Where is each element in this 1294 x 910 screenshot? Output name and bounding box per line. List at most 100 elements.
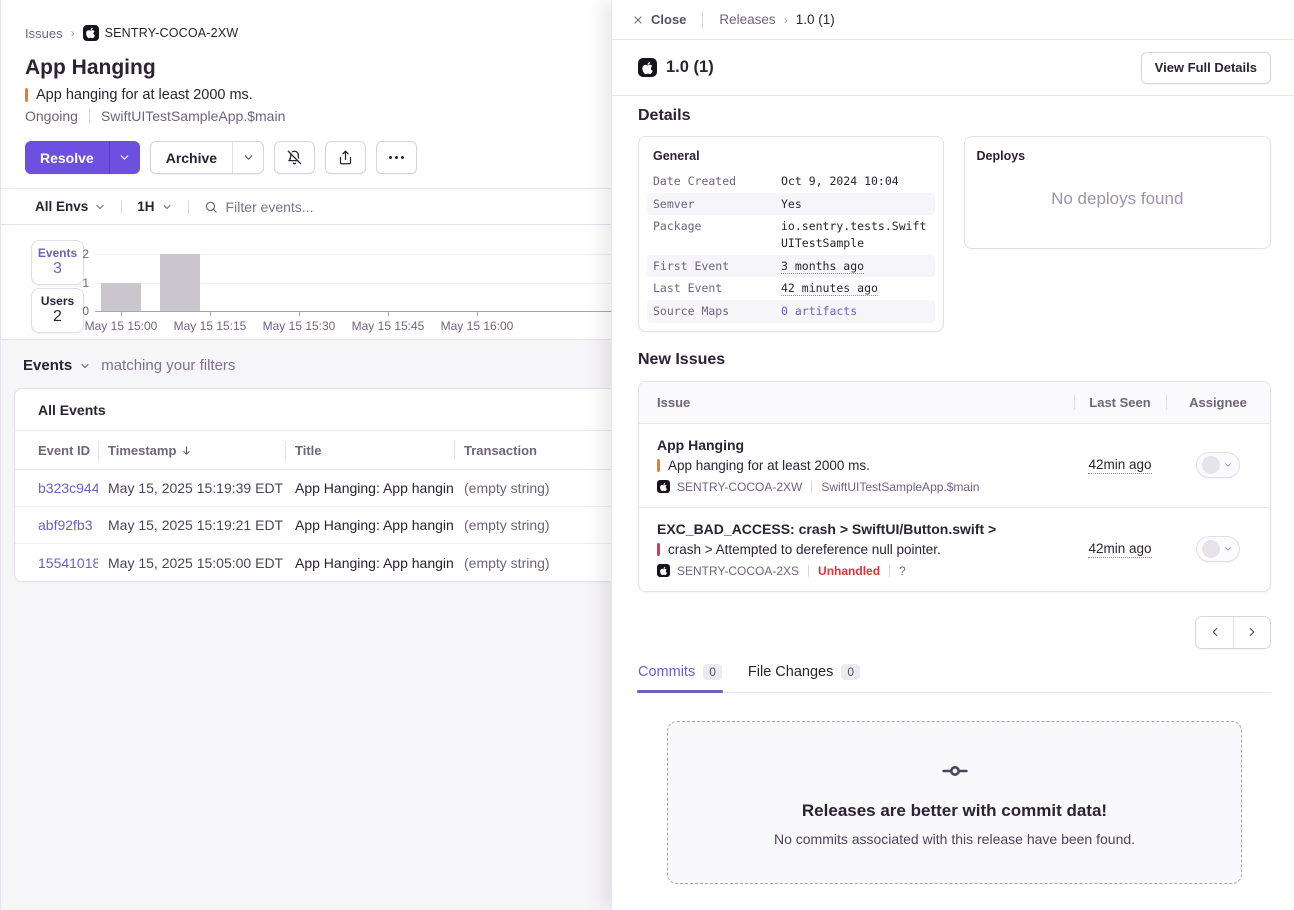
more-actions-button[interactable] <box>376 141 417 174</box>
column-timestamp[interactable]: Timestamp <box>98 443 285 458</box>
general-row-label: Source Maps <box>653 303 781 320</box>
event-timestamp: May 15, 2025 15:19:21 EDT <box>98 517 285 533</box>
assignee-dropdown[interactable] <box>1196 452 1240 478</box>
event-id-link[interactable]: b323c944 <box>15 480 98 496</box>
unhandled-tag: Unhandled <box>818 564 880 578</box>
tab-commits[interactable]: Commits 0 <box>638 664 722 692</box>
mute-button[interactable] <box>274 141 315 174</box>
commits-empty-subtitle: No commits associated with this release … <box>774 831 1135 847</box>
filter-events-input[interactable] <box>226 199 611 215</box>
archive-split-button: Archive <box>150 141 264 174</box>
issue-last-seen: 42min ago <box>1088 541 1151 558</box>
new-issues-card: Issue Last Seen Assignee App Hanging App… <box>638 381 1271 592</box>
apple-platform-icon <box>638 58 657 77</box>
event-table-row: 15541018 May 15, 2025 15:05:00 EDT App H… <box>15 544 611 581</box>
event-transaction: (empty string) <box>454 480 611 496</box>
release-details-drawer: Close Releases › 1.0 (1) 1.0 (1) View Fu… <box>611 0 1294 910</box>
events-table-header: Event ID Timestamp Title Transaction <box>15 431 611 470</box>
event-id-link[interactable]: abf92fb3 <box>15 517 98 533</box>
issue-location: SwiftUITestSampleApp.$main <box>101 108 285 124</box>
git-commit-icon <box>936 758 974 784</box>
event-timestamp: May 15, 2025 15:19:39 EDT <box>98 480 285 496</box>
event-title: App Hanging: App hangin… <box>285 555 454 571</box>
issue-status: Ongoing <box>25 108 78 124</box>
breadcrumb-project-link[interactable]: SENTRY-COCOA-2XW <box>83 25 239 41</box>
resolve-split-button: Resolve <box>25 141 140 174</box>
breadcrumb-releases-link[interactable]: Releases <box>719 12 775 27</box>
release-version-label: 1.0 (1) <box>666 58 714 77</box>
column-last-seen: Last Seen <box>1074 395 1166 410</box>
environment-filter-label: All Envs <box>35 199 88 214</box>
archive-button[interactable]: Archive <box>151 142 232 173</box>
resolve-dropdown-button[interactable] <box>109 141 140 174</box>
issue-annotation: App hanging for at least 2000 ms. <box>668 458 870 473</box>
divider <box>889 565 890 577</box>
issue-culprit-text: App hanging for at least 2000 ms. <box>36 87 253 103</box>
chevron-down-icon <box>161 201 173 213</box>
drawer-header: Close Releases › 1.0 (1) <box>612 0 1294 40</box>
general-card-title: General <box>647 147 935 170</box>
release-title-row: 1.0 (1) View Full Details <box>612 40 1294 96</box>
general-row-value: io.sentry.tests.SwiftUITestSample <box>781 218 929 251</box>
general-row-value: Oct 9, 2024 10:04 <box>781 173 929 190</box>
chevron-down-icon <box>1223 544 1233 554</box>
general-row: Semver Yes <box>647 193 935 216</box>
general-row-value: 3 months ago <box>781 258 929 275</box>
general-row: First Event 3 months ago <box>647 255 935 278</box>
previous-page-button[interactable] <box>1196 617 1233 648</box>
bell-off-icon <box>287 150 302 165</box>
source-maps-link[interactable]: 0 artifacts <box>781 303 929 320</box>
column-title[interactable]: Title <box>285 443 454 458</box>
tab-commits-label: Commits <box>638 664 695 680</box>
drawer-breadcrumb: Releases › 1.0 (1) <box>719 12 834 27</box>
column-transaction[interactable]: Transaction <box>454 443 611 458</box>
events-dropdown[interactable]: Events <box>23 357 72 374</box>
next-page-button[interactable] <box>1233 617 1270 648</box>
chevron-down-icon <box>79 360 91 372</box>
x-tick-mark <box>121 311 122 316</box>
period-filter-label: 1H <box>137 199 154 214</box>
breadcrumb-project-label: SENTRY-COCOA-2XW <box>105 26 239 40</box>
column-issue: Issue <box>639 395 1074 410</box>
apple-platform-icon <box>657 480 670 493</box>
x-axis-label: May 15 15:45 <box>342 319 434 333</box>
general-row-value: 42 minutes ago <box>781 280 929 297</box>
close-drawer-button[interactable]: Close <box>632 12 686 27</box>
event-bar <box>160 254 200 311</box>
issue-last-seen: 42min ago <box>1088 457 1151 474</box>
sort-descending-icon <box>181 445 192 456</box>
deploys-card: Deploys No deploys found <box>964 136 1272 249</box>
close-icon <box>632 14 644 26</box>
breadcrumb-issues-link[interactable]: Issues <box>25 26 63 41</box>
share-icon <box>338 150 353 165</box>
divider <box>808 565 809 577</box>
resolve-button[interactable]: Resolve <box>25 141 109 174</box>
issue-meta: SENTRY-COCOA-2XS Unhandled? <box>657 564 1074 578</box>
general-row: Source Maps 0 artifacts <box>647 300 935 323</box>
column-event-id[interactable]: Event ID <box>15 443 98 458</box>
assignee-dropdown[interactable] <box>1196 536 1240 562</box>
x-axis-line <box>95 311 611 312</box>
new-issue-row: App Hanging App hanging for at least 200… <box>639 424 1270 507</box>
general-row-label: Last Event <box>653 280 781 297</box>
y-axis-label: 1 <box>69 276 89 290</box>
new-issues-table-header: Issue Last Seen Assignee <box>639 382 1270 424</box>
event-id-link[interactable]: 15541018 <box>15 555 98 571</box>
environment-filter[interactable]: All Envs <box>35 199 106 214</box>
share-button[interactable] <box>325 141 366 174</box>
archive-dropdown-button[interactable] <box>232 142 263 173</box>
period-filter[interactable]: 1H <box>137 199 172 214</box>
issue-toolbar: Resolve Archive <box>1 124 611 189</box>
view-full-details-button[interactable]: View Full Details <box>1141 52 1271 84</box>
event-table-row: b323c944 May 15, 2025 15:19:39 EDT App H… <box>15 470 611 507</box>
tab-file-changes[interactable]: File Changes 0 <box>748 664 860 692</box>
issue-title-link[interactable]: EXC_BAD_ACCESS: crash > SwiftUI/Button.s… <box>657 521 1074 537</box>
issue-title-link[interactable]: App Hanging <box>657 437 1074 453</box>
general-rows: Date Created Oct 9, 2024 10:04 Semver Ye… <box>647 170 935 323</box>
page-title: App Hanging <box>25 56 611 80</box>
chevron-left-icon <box>1208 625 1222 639</box>
close-label: Close <box>651 12 686 27</box>
search-box <box>204 199 611 215</box>
event-transaction: (empty string) <box>454 517 611 533</box>
event-transaction: (empty string) <box>454 555 611 571</box>
